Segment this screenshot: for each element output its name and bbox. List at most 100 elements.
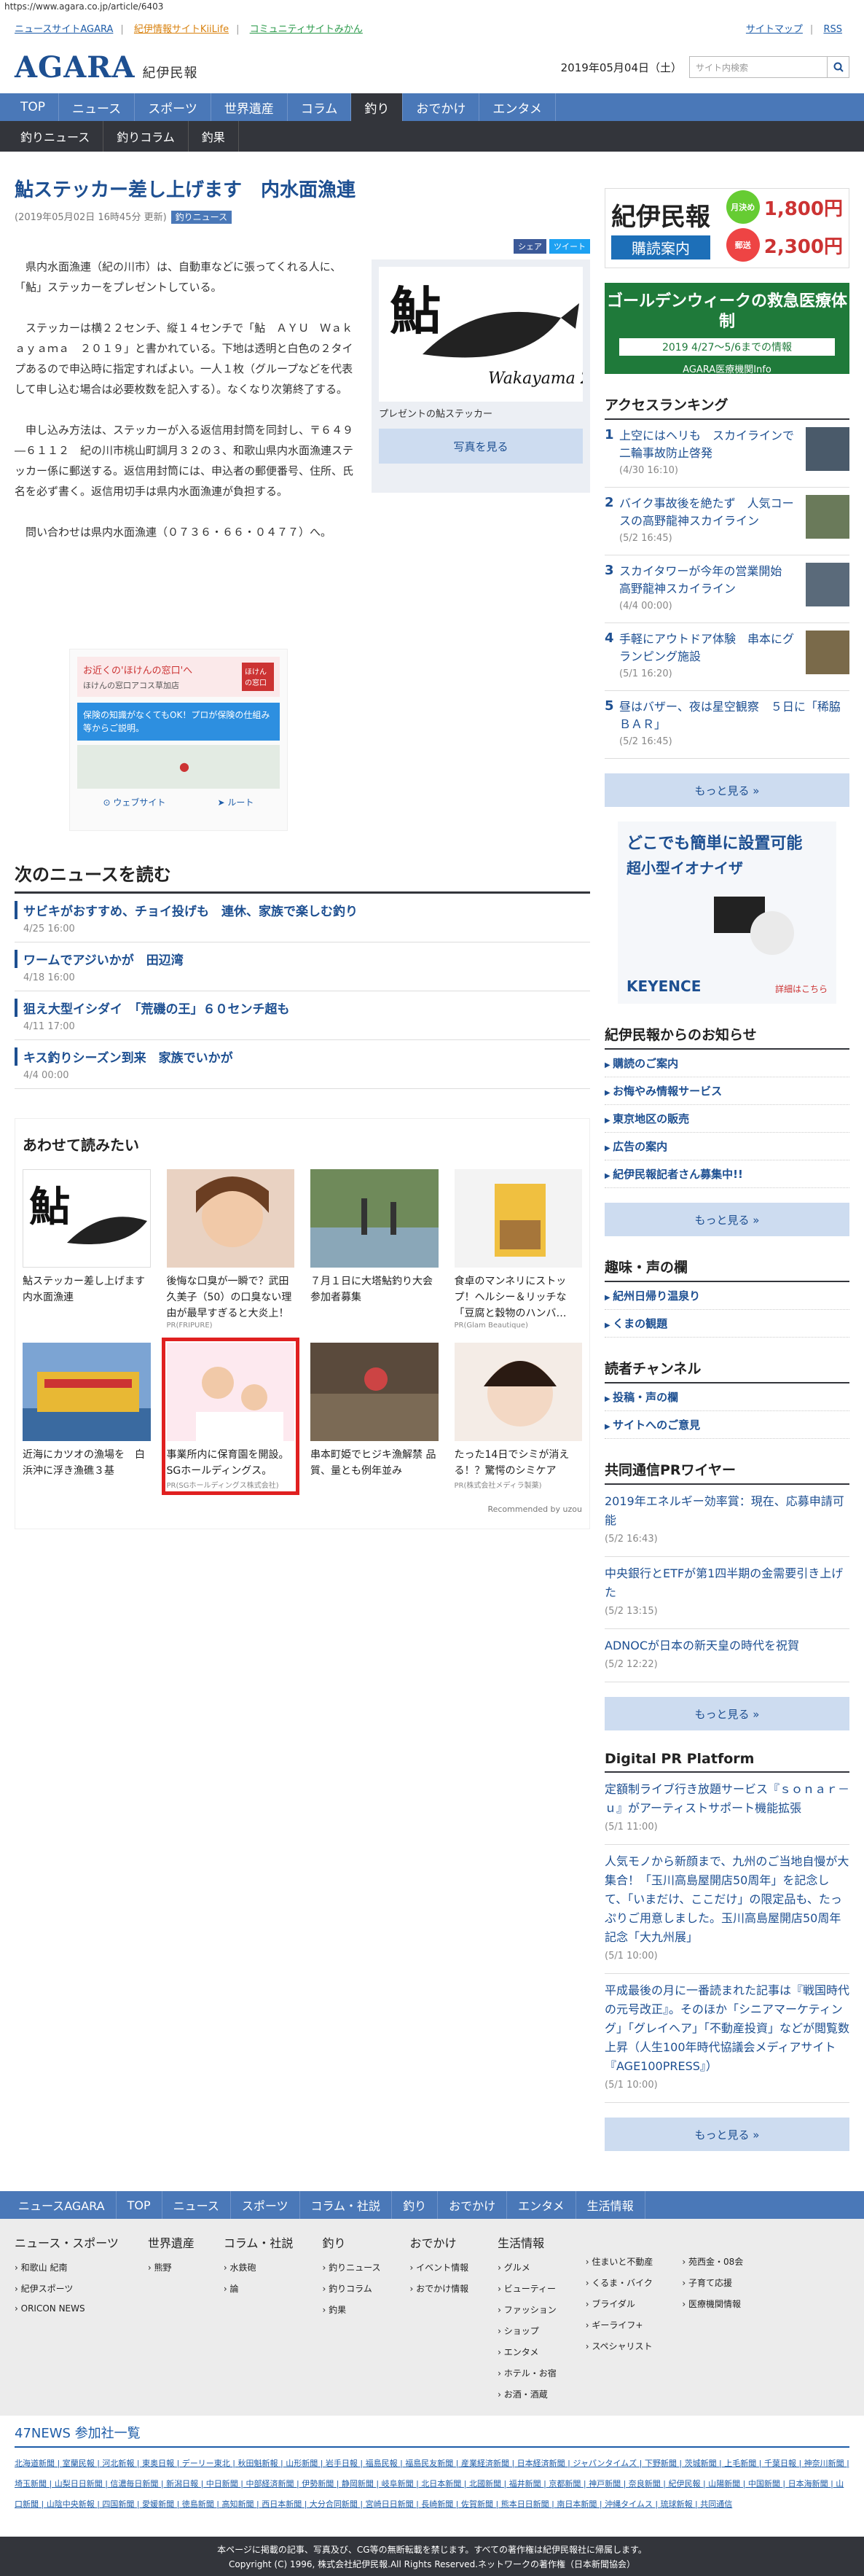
rec-card[interactable]: ７月１日に大塔鮎釣り大会 参加者募集 bbox=[310, 1169, 443, 1330]
notice-link[interactable]: 広告の案内 bbox=[605, 1133, 849, 1160]
hoken-ad[interactable]: お近くの'ほけんの窓口'へ ほけんの窓口アコス草加店 ほけんの窓口 保険の知識がなく… bbox=[69, 649, 288, 831]
site-logo[interactable]: AGARA 紀伊民報 bbox=[15, 50, 198, 85]
view-photo-button[interactable]: 写真を見る bbox=[379, 429, 583, 464]
dpr-more-button[interactable]: もっと見る » bbox=[605, 2118, 849, 2151]
footer-link[interactable]: ブライダル bbox=[586, 2298, 653, 2310]
footer-link[interactable]: ファッション bbox=[498, 2303, 557, 2316]
footer-nav-item[interactable]: おでかけ bbox=[438, 2191, 508, 2219]
gw-medical-banner[interactable]: ゴールデンウィークの救急医療体制 2019 4/27〜5/6までの情報 AGAR… bbox=[605, 283, 849, 375]
subnav-fishing-column[interactable]: 釣りコラム bbox=[103, 121, 189, 152]
47news-list[interactable]: 北海道新聞 | 室蘭民報 | 河北新報 | 東奥日報 | デーリー東北 | 秋田… bbox=[15, 2454, 849, 2515]
footer-link[interactable]: 住まいと不動産 bbox=[586, 2255, 653, 2268]
pr-more-button[interactable]: もっと見る » bbox=[605, 1697, 849, 1730]
search-icon[interactable] bbox=[828, 56, 849, 78]
footer-link[interactable]: グルメ bbox=[498, 2261, 557, 2273]
hobby-link[interactable]: 紀州日帰り温泉り bbox=[605, 1282, 849, 1310]
footer-link[interactable]: くるま・バイク bbox=[586, 2276, 653, 2289]
rec-card[interactable]: 鮎鮎ステッカー差し上げます 内水面漁連 bbox=[23, 1169, 155, 1330]
dpr-item[interactable]: 平成最後の月に一番読まれた記事は『戦国時代の元号改正』。そのほか「シニアマーケテ… bbox=[605, 1974, 849, 2103]
reader-link[interactable]: サイトへのご意見 bbox=[605, 1411, 849, 1439]
hobby-link[interactable]: くまの観題 bbox=[605, 1310, 849, 1338]
list-item[interactable]: サビキがおすすめ、チョイ投げも 連休、家族で楽しむ釣り 4/25 16:00 bbox=[15, 894, 590, 942]
notice-link[interactable]: 東京地区の販売 bbox=[605, 1105, 849, 1133]
subscription-ad[interactable]: 紀伊民報 購読案内 月決め 1,800円 郵送 2,300円 bbox=[605, 188, 849, 268]
footer-link[interactable]: 和歌山 紀南 bbox=[15, 2261, 119, 2273]
pr-item[interactable]: ADNOCが日本の新天皇の時代を祝賀 (5/2 12:22) bbox=[605, 1629, 849, 1682]
list-item[interactable]: キス釣りシーズン到来 家族でいかが 4/4 00:00 bbox=[15, 1040, 590, 1089]
footer-link[interactable]: 釣果 bbox=[322, 2303, 380, 2316]
nav-top[interactable]: TOP bbox=[7, 93, 60, 121]
ranking-item[interactable]: 4 手軽にアウトドア体験 串本にグランピング施設 (5/1 16:20) bbox=[605, 623, 849, 691]
sitemap-link[interactable]: サイトマップ bbox=[746, 24, 803, 35]
footer-link[interactable]: ビューティー bbox=[498, 2282, 557, 2295]
footer-nav-item[interactable]: ニュースAGARA bbox=[7, 2191, 117, 2219]
facebook-share-button[interactable]: シェア bbox=[514, 239, 546, 254]
dpr-item[interactable]: 人気モノから新顔まで、九州のご当地自慢が大集合！「玉川高島屋開店50周年」を記念… bbox=[605, 1845, 849, 1974]
footer-link[interactable]: ホテル・お宿 bbox=[498, 2367, 557, 2379]
nav-heritage[interactable]: 世界遺産 bbox=[211, 93, 288, 121]
nav-column[interactable]: コラム bbox=[288, 93, 352, 121]
nav-odekake[interactable]: おでかけ bbox=[403, 93, 480, 121]
notice-more-button[interactable]: もっと見る » bbox=[605, 1203, 849, 1236]
footer-link[interactable]: ギーライフ+ bbox=[586, 2319, 653, 2331]
pr-item[interactable]: 2019年エネルギー効率賞：現在、応募申請可能 (5/2 16:43) bbox=[605, 1485, 849, 1557]
footer-link[interactable]: イベント情報 bbox=[409, 2261, 468, 2273]
footer-nav-item[interactable]: ニュース bbox=[162, 2191, 231, 2219]
rss-link[interactable]: RSS bbox=[823, 24, 842, 35]
keyence-ad[interactable]: どこでも簡単に設置可能 超小型イオナイザ KEYENCE 詳細はこちら bbox=[618, 821, 836, 1004]
footer-nav-item[interactable]: 釣り bbox=[392, 2191, 439, 2219]
footer-link[interactable]: 苑西金・08会 bbox=[682, 2255, 743, 2268]
nav-sports[interactable]: スポーツ bbox=[135, 93, 211, 121]
ayu-sticker-image[interactable]: 鮎 Wakayama 2019 bbox=[379, 267, 583, 402]
ranking-item[interactable]: 5 昼はバザー、夜は星空観察 ５日に「稀脇ＢＡＲ」 (5/2 16:45) bbox=[605, 691, 849, 759]
footer-nav-item[interactable]: エンタメ bbox=[507, 2191, 576, 2219]
footer-nav-item[interactable]: TOP bbox=[117, 2191, 162, 2219]
ranking-item[interactable]: 2 バイク事故後を絶たず 人気コースの高野龍神スカイライン (5/2 16:45) bbox=[605, 488, 849, 555]
rec-card[interactable]: 串本町姫でヒジキ漁解禁 品質、量とも例年並み bbox=[310, 1343, 439, 1490]
subnav-catch[interactable]: 釣果 bbox=[189, 121, 239, 152]
link-mikan[interactable]: コミュニティサイトみかん bbox=[250, 24, 363, 35]
link-kiilife[interactable]: 紀伊情報サイトKiiLife bbox=[134, 24, 229, 35]
footer-nav-item[interactable]: スポーツ bbox=[231, 2191, 300, 2219]
list-item[interactable]: ワームでアジいかが 田辺湾 4/18 16:00 bbox=[15, 942, 590, 991]
footer-link[interactable]: ORICON NEWS bbox=[15, 2303, 119, 2314]
footer-link[interactable]: ショップ bbox=[498, 2325, 557, 2337]
rec-card[interactable]: 食卓のマンネリにストップ！ヘルシー＆リッチな「豆腐と穀物のハンバ… PR(Glam… bbox=[454, 1169, 582, 1330]
footer-link[interactable]: 子育て応援 bbox=[682, 2276, 743, 2289]
footer-nav-item[interactable]: コラム・社説 bbox=[300, 2191, 393, 2219]
list-item[interactable]: 狙え大型イシダイ 「荒磯の王」６０センチ超も 4/11 17:00 bbox=[15, 991, 590, 1040]
footer-link[interactable]: 医療機関情報 bbox=[682, 2298, 743, 2310]
footer-link[interactable]: 熊野 bbox=[148, 2261, 195, 2273]
footer-nav-item[interactable]: 生活情報 bbox=[576, 2191, 645, 2219]
pr-item[interactable]: 中央銀行とETFが第1四半期の金需要引き上げた (5/2 13:15) bbox=[605, 1557, 849, 1629]
uzou-credit[interactable]: Recommended by uzou bbox=[23, 1504, 582, 1514]
rec-card[interactable]: 近海にカツオの漁場を 白浜沖に浮き漁礁３基 bbox=[23, 1343, 151, 1490]
link-agara[interactable]: ニュースサイトAGARA bbox=[15, 24, 113, 35]
ad-website-button[interactable]: ⊙ ウェブサイト bbox=[103, 796, 166, 808]
rec-card-highlighted[interactable]: 事業所内に保育園を開設。SGホールディングス。 PR(SGホールディングス株式会社… bbox=[161, 1338, 299, 1495]
notice-link[interactable]: お悔やみ情報サービス bbox=[605, 1077, 849, 1105]
footer-link[interactable]: お酒・酒蔵 bbox=[498, 2388, 557, 2400]
footer-link[interactable]: 論 bbox=[224, 2282, 294, 2295]
footer-link[interactable]: エンタメ bbox=[498, 2346, 557, 2358]
footer-link[interactable]: 水鉄砲 bbox=[224, 2261, 294, 2273]
footer-link[interactable]: 釣りコラム bbox=[322, 2282, 380, 2295]
ad-route-button[interactable]: ➤ ルート bbox=[218, 796, 254, 808]
footer-link[interactable]: スペシャリスト bbox=[586, 2340, 653, 2352]
nav-entame[interactable]: エンタメ bbox=[479, 93, 556, 121]
category-badge[interactable]: 釣りニュース bbox=[170, 211, 232, 224]
footer-link[interactable]: 紀伊スポーツ bbox=[15, 2282, 119, 2295]
47news-heading[interactable]: 47NEWS 参加社一覧 bbox=[15, 2423, 849, 2448]
rec-card[interactable]: 後悔な口臭が一瞬で？武田久美子（50）の口臭ない理由が最早すぎると大炎上！ PR(… bbox=[166, 1169, 294, 1330]
search-input[interactable]: サイト内検索 bbox=[689, 56, 828, 78]
reader-link[interactable]: 投稿・声の欄 bbox=[605, 1383, 849, 1411]
rec-card[interactable]: たった14日でシミが消える！？驚愕のシミケア PR(株式会社メディラ製薬) bbox=[454, 1343, 582, 1490]
nav-fishing[interactable]: 釣り bbox=[351, 93, 404, 121]
subnav-fishing-news[interactable]: 釣りニュース bbox=[7, 121, 104, 152]
ranking-more-button[interactable]: もっと見る » bbox=[605, 773, 849, 807]
dpr-item[interactable]: 定額制ライブ行き放題サービス『ｓｏｎａｒ－ｕ』がアーティストサポート機能拡張 (5… bbox=[605, 1773, 849, 1845]
details-link[interactable]: 詳細はこちら bbox=[775, 983, 828, 995]
ranking-item[interactable]: 1 上空にはヘリも スカイラインで二輪事故防止啓発 (4/30 16:10) bbox=[605, 420, 849, 488]
footer-link[interactable]: おでかけ情報 bbox=[409, 2282, 468, 2295]
twitter-tweet-button[interactable]: ツイート bbox=[549, 239, 590, 254]
